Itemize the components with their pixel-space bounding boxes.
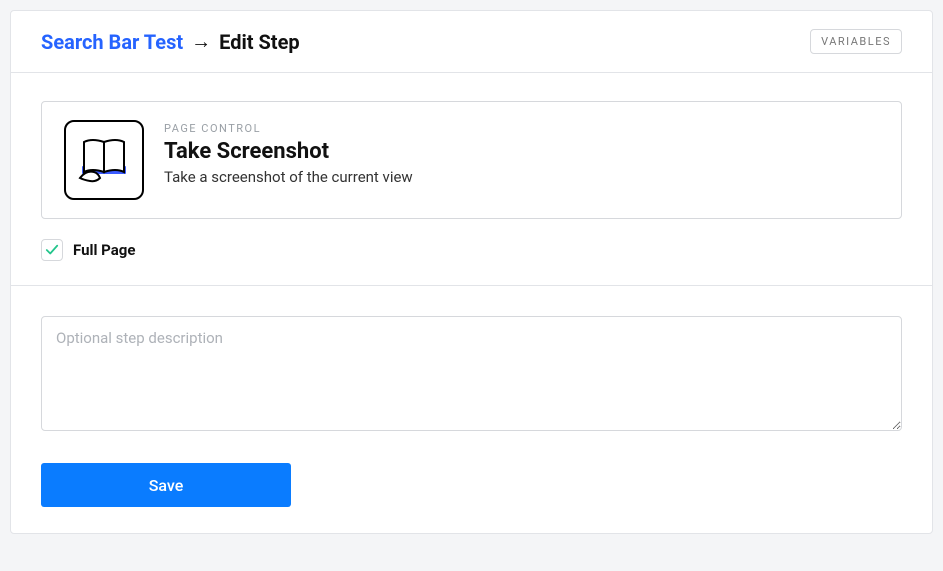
step-summary-box: PAGE CONTROL Take Screenshot Take a scre… xyxy=(41,101,902,219)
check-icon xyxy=(45,243,59,257)
card-header: Search Bar Test → Edit Step VARIABLES xyxy=(11,11,932,73)
edit-step-card: Search Bar Test → Edit Step VARIABLES PA… xyxy=(10,10,933,534)
breadcrumb-current: Edit Step xyxy=(219,30,300,54)
step-description: Take a screenshot of the current view xyxy=(164,168,413,186)
full-page-label: Full Page xyxy=(73,241,135,259)
full-page-checkbox[interactable] xyxy=(41,239,63,261)
step-meta: PAGE CONTROL Take Screenshot Take a scre… xyxy=(164,120,413,186)
save-button[interactable]: Save xyxy=(41,463,291,507)
breadcrumb-link[interactable]: Search Bar Test xyxy=(41,30,183,54)
step-category-label: PAGE CONTROL xyxy=(164,122,413,135)
step-description-input[interactable] xyxy=(41,316,902,431)
breadcrumb: Search Bar Test → Edit Step xyxy=(41,29,300,54)
variables-button[interactable]: VARIABLES xyxy=(810,29,902,54)
book-open-icon xyxy=(64,120,144,200)
breadcrumb-arrow-icon: → xyxy=(191,29,211,54)
full-page-option: Full Page xyxy=(41,239,902,261)
step-title: Take Screenshot xyxy=(164,139,413,164)
step-config-section: PAGE CONTROL Take Screenshot Take a scre… xyxy=(11,73,932,286)
form-section: Save xyxy=(11,286,932,533)
